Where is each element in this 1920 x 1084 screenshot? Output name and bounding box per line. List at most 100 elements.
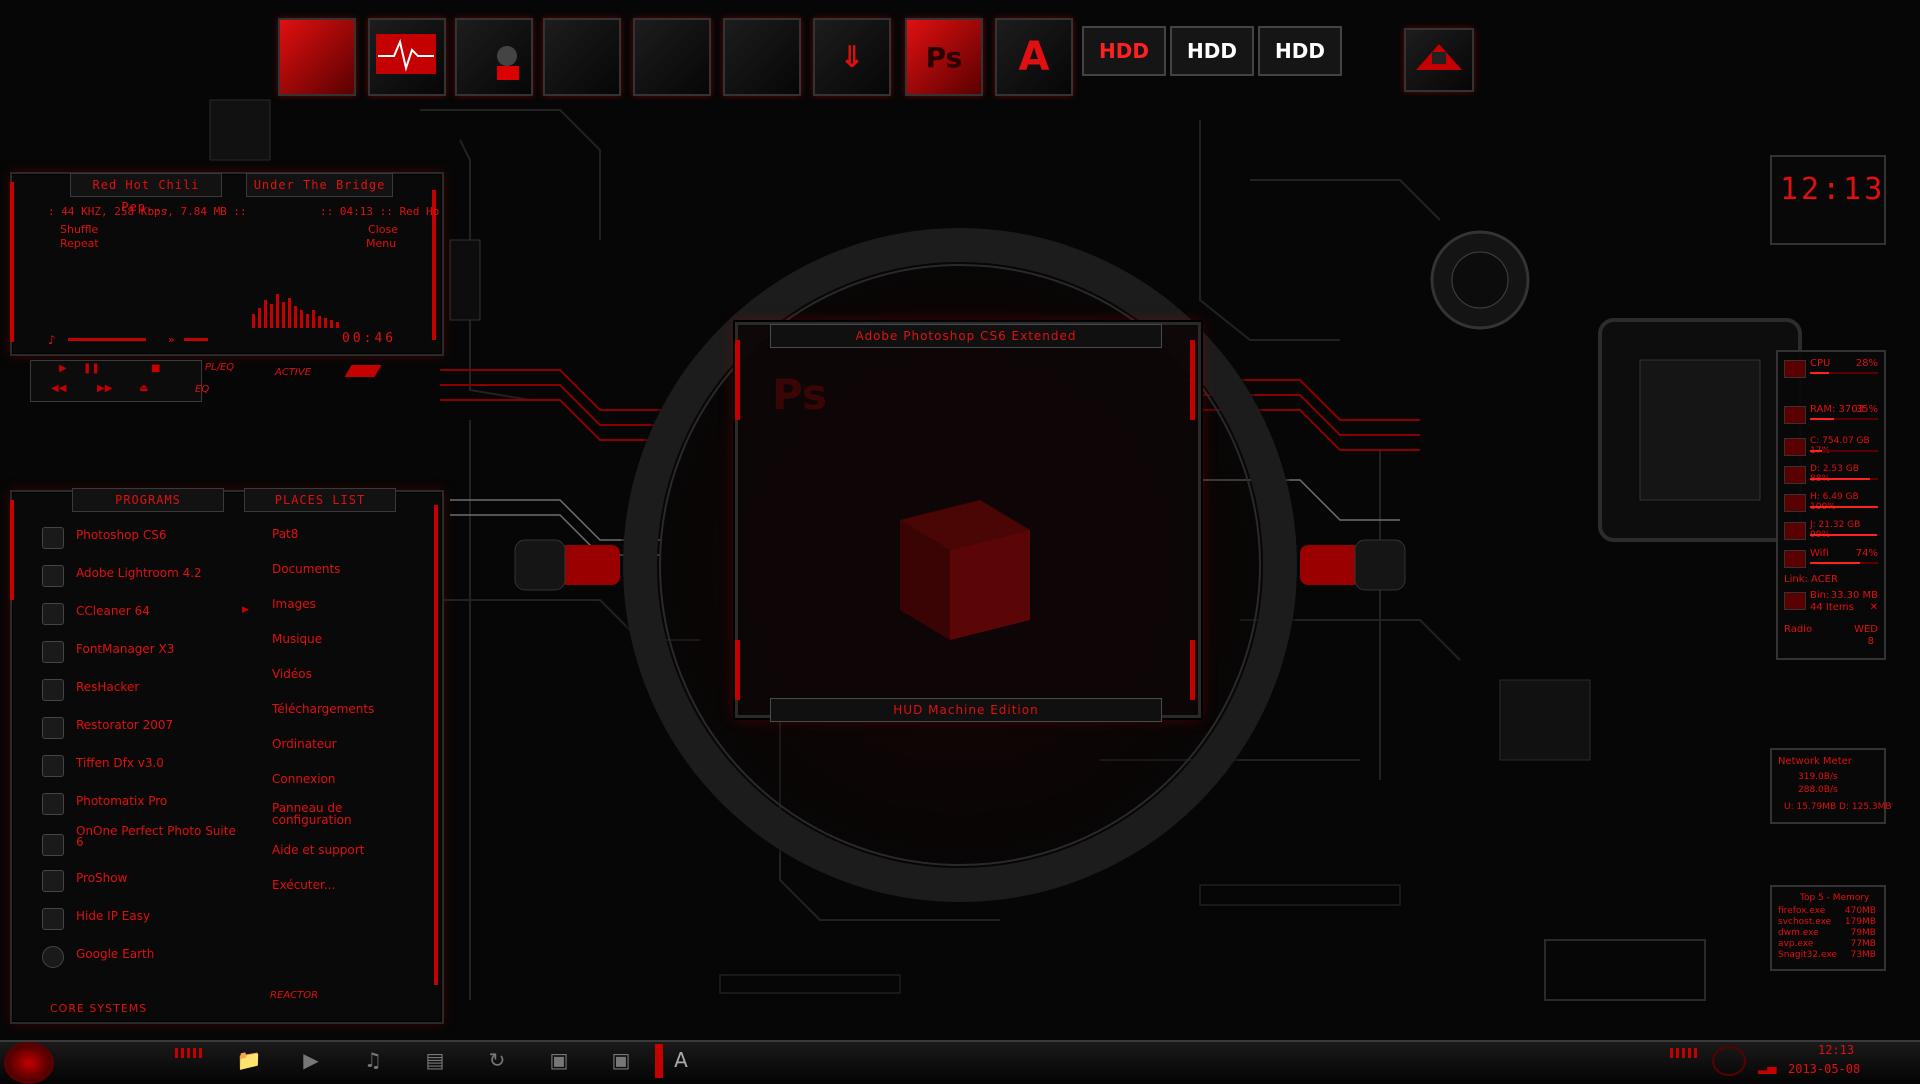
place-item[interactable]: Images: [272, 597, 316, 611]
process-row: dwm.exe 79MB: [1778, 928, 1876, 938]
program-item[interactable]: Hide IP Easy: [42, 904, 242, 934]
previous-icon[interactable]: ◀◀: [51, 383, 66, 394]
program-item[interactable]: Photomatix Pro: [42, 789, 242, 819]
eject-icon[interactable]: ⏏: [139, 383, 148, 394]
place-item[interactable]: Documents: [272, 562, 340, 576]
eq-toggle[interactable]: EQ: [195, 384, 209, 395]
radio-date-row: Radio WED 8: [1784, 624, 1878, 652]
heartbeat-monitor-icon[interactable]: [368, 18, 446, 96]
spectrum-visualizer: [252, 294, 339, 328]
lock-icon: [42, 908, 64, 930]
volume-slider[interactable]: [68, 338, 146, 341]
place-item[interactable]: Ordinateur: [272, 737, 337, 751]
program-item[interactable]: OnOne Perfect Photo Suite 6: [42, 825, 242, 866]
monitor-row: CPU 28%: [1784, 358, 1878, 384]
empty-bin-close-icon[interactable]: ✕: [1870, 602, 1878, 613]
program-item[interactable]: Restorator 2007: [42, 713, 242, 743]
window-icon[interactable]: ▣: [546, 1048, 572, 1072]
place-item[interactable]: Connexion: [272, 772, 336, 786]
adobe-icon[interactable]: A: [668, 1048, 694, 1072]
next-icon[interactable]: ▶▶: [97, 383, 112, 394]
taskbar-date[interactable]: 2013-05-08: [1788, 1062, 1860, 1076]
panel-accent: [10, 182, 14, 342]
hdd-drive-button[interactable]: HDD: [1082, 26, 1166, 76]
tray-gear-icon[interactable]: [1712, 1046, 1746, 1076]
place-item[interactable]: Téléchargements: [272, 702, 374, 716]
program-item[interactable]: Tiffen Dfx v3.0: [42, 751, 242, 781]
top-memory-title: Top 5 - Memory: [1800, 893, 1870, 903]
stamp-icon[interactable]: [455, 18, 533, 96]
player-artist-tab[interactable]: Red Hot Chili Pep...: [70, 173, 222, 214]
panel-accent: [1190, 340, 1195, 420]
drive-bar: [1810, 534, 1878, 536]
pause-icon[interactable]: ❚❚: [83, 363, 100, 374]
shuffle-toggle[interactable]: Shuffle: [60, 223, 98, 236]
taskbar-grip: [175, 1048, 203, 1058]
seek-forward-icon[interactable]: »: [168, 333, 175, 346]
repeat-toggle[interactable]: Repeat: [60, 237, 99, 250]
hdd-drive-button[interactable]: HDD: [1170, 26, 1254, 76]
drive-row[interactable]: H: 6.49 GB 100%: [1784, 492, 1878, 518]
program-item[interactable]: Photoshop CS6: [42, 523, 242, 553]
pl-eq-toggle[interactable]: PL/EQ: [205, 362, 234, 373]
drive-icon: [1784, 522, 1806, 540]
tab-programs[interactable]: PROGRAMS: [72, 488, 224, 512]
window-icon[interactable]: ▣: [608, 1048, 634, 1072]
drive-row[interactable]: D: 2.53 GB 88%: [1784, 464, 1878, 490]
panel-accent: [10, 500, 14, 600]
taskbar-time[interactable]: 12:13: [1818, 1043, 1854, 1057]
photoshop-cube-icon[interactable]: Ps: [905, 18, 983, 96]
panel-accent: [434, 505, 438, 985]
tab-places-list[interactable]: PLACES LIST: [244, 488, 396, 512]
program-item[interactable]: Adobe Lightroom 4.2: [42, 561, 242, 591]
adobe-icon[interactable]: A: [995, 18, 1073, 96]
tiffen-icon: [42, 755, 64, 777]
refresh-icon[interactable]: ↻: [484, 1048, 510, 1072]
place-item[interactable]: Pat8: [272, 527, 298, 541]
panel-accent: [1190, 640, 1195, 700]
recycle-bin-row[interactable]: Bin: 33.30 MB 44 Items ✕: [1784, 590, 1878, 616]
place-item[interactable]: Exécuter...: [272, 878, 335, 892]
seek-slider[interactable]: [184, 338, 208, 341]
media-icon[interactable]: ▤: [422, 1048, 448, 1072]
drive-row[interactable]: C: 754.07 GB 17%: [1784, 436, 1878, 462]
radio-button[interactable]: Radio: [1784, 624, 1812, 635]
program-item[interactable]: ResHacker: [42, 675, 242, 705]
user-badge-icon[interactable]: [1404, 28, 1474, 92]
download-folder-icon[interactable]: ⇓: [813, 18, 891, 96]
chevron-down-icon: ⇓: [839, 39, 865, 75]
start-orb-icon[interactable]: [4, 1042, 54, 1084]
hdd-drive-button[interactable]: HDD: [1258, 26, 1342, 76]
place-item[interactable]: Panneau de configuration: [272, 802, 382, 826]
monitor-red-icon[interactable]: [278, 18, 356, 96]
program-item[interactable]: Google Earth: [42, 942, 242, 972]
weekday: WED: [1854, 624, 1878, 635]
folder-icon[interactable]: [723, 18, 801, 96]
folder-icon[interactable]: 📁: [236, 1048, 262, 1072]
program-item[interactable]: CCleaner 64: [42, 599, 242, 629]
day-number: 8: [1867, 636, 1874, 647]
player-menu-button[interactable]: Menu: [366, 237, 396, 250]
active-indicator: ACTIVE: [275, 367, 312, 378]
program-item[interactable]: ProShow: [42, 866, 242, 896]
program-item[interactable]: FontManager X3: [42, 637, 242, 667]
place-item[interactable]: Vidéos: [272, 667, 312, 681]
headphones-icon[interactable]: ♫: [360, 1048, 386, 1072]
volume-icon[interactable]: ♪: [48, 333, 56, 347]
cpu-bar: [1810, 372, 1878, 374]
panel-accent: [735, 340, 740, 420]
player-close-button[interactable]: Close: [368, 223, 398, 236]
place-item[interactable]: Aide et support: [272, 843, 364, 857]
signal-icon[interactable]: ▂▄: [1758, 1060, 1776, 1074]
stop-icon[interactable]: ■: [151, 363, 160, 374]
player-track-tab[interactable]: Under The Bridge: [246, 173, 393, 197]
folder-icon[interactable]: [633, 18, 711, 96]
play-icon[interactable]: ▶: [59, 363, 67, 374]
folder-icon[interactable]: [543, 18, 621, 96]
place-item[interactable]: Musique: [272, 632, 322, 646]
taskbar: [0, 1040, 1920, 1082]
launcher-footer-label: CORE SYSTEMS: [50, 1002, 148, 1015]
wifi-link: Link: ACER: [1784, 574, 1838, 585]
drive-row[interactable]: J: 21.32 GB 99%: [1784, 520, 1878, 546]
play-icon[interactable]: ▶: [298, 1048, 324, 1072]
